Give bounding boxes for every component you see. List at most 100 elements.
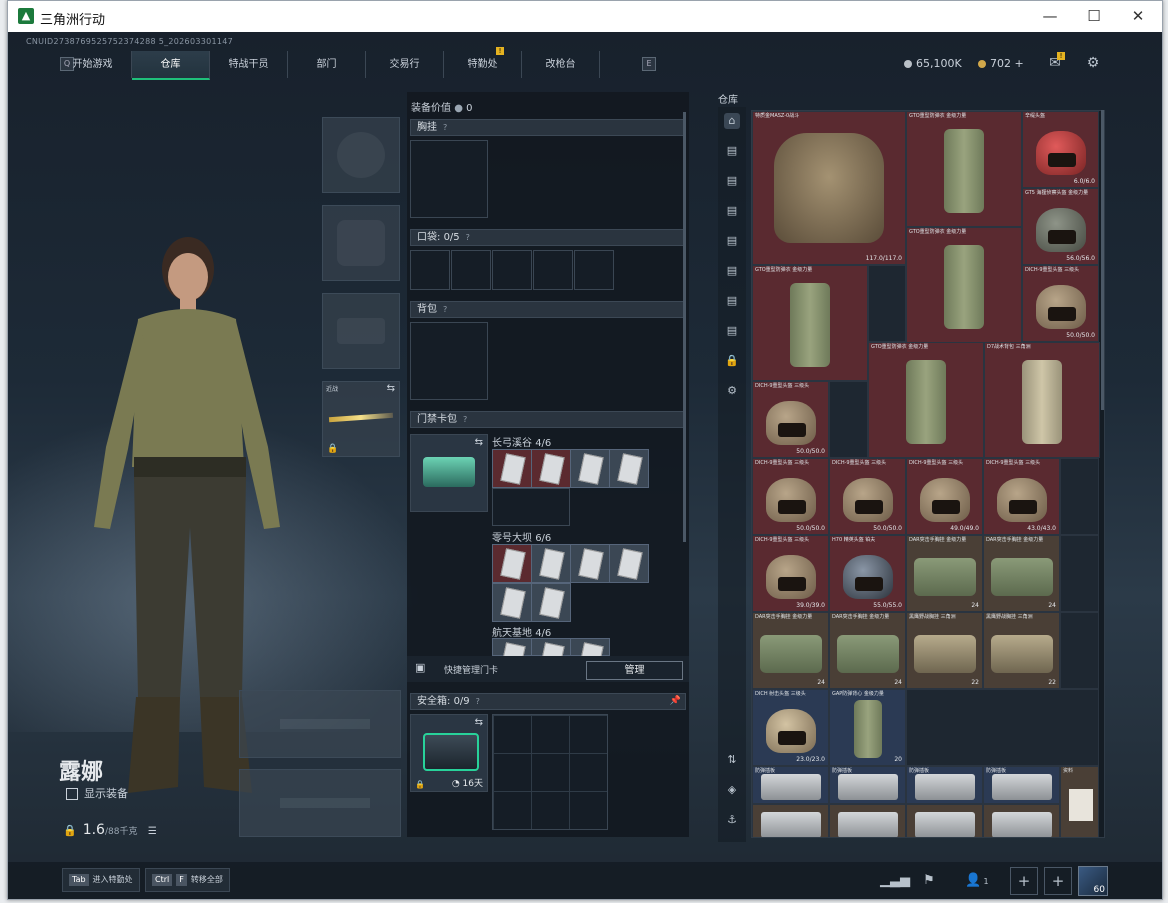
stats-chart-icon[interactable]: ▁▃▅: [880, 870, 910, 892]
storage-tab-7-icon[interactable]: ▤: [724, 323, 740, 339]
keycard[interactable]: [570, 638, 610, 656]
storage-layers-icon[interactable]: ◈: [724, 782, 740, 798]
storage-empty-cell[interactable]: [868, 265, 906, 342]
storage-item[interactable]: H70 精英头盔 铂夫 55.0/55.0: [829, 535, 906, 612]
armor-slot[interactable]: [322, 205, 400, 281]
show-equipment-toggle[interactable]: 显示装备: [66, 785, 128, 801]
storage-item[interactable]: DICH-9重型头盔 三级头 50.0/50.0: [829, 458, 906, 535]
storage-lock-icon[interactable]: 🔒: [724, 353, 740, 369]
storage-empty-cell[interactable]: [1060, 458, 1099, 535]
keycard-case-item[interactable]: ⇆: [410, 434, 488, 512]
token-add[interactable]: +: [1015, 57, 1024, 70]
storage-tab-1-icon[interactable]: ▤: [724, 143, 740, 159]
storage-item[interactable]: DICH-9重型头盔 三级头 50.0/50.0: [752, 458, 829, 535]
info-icon[interactable]: ?: [443, 305, 447, 314]
keycard[interactable]: [609, 449, 649, 488]
pistol-slot[interactable]: [322, 293, 400, 369]
keycard[interactable]: [531, 449, 571, 488]
storage-item[interactable]: DAR突击手胸挂 金级力量 24: [829, 612, 906, 689]
backpack-slot[interactable]: [410, 322, 488, 400]
storage-item[interactable]: [829, 804, 906, 837]
storage-item[interactable]: GTO重型防弹衣 金级力量: [868, 342, 984, 458]
storage-tab-4-icon[interactable]: ▤: [724, 233, 740, 249]
helmet-slot[interactable]: [322, 117, 400, 193]
keycard[interactable]: [492, 583, 532, 622]
swap-icon[interactable]: ⇆: [475, 437, 483, 448]
mail-icon[interactable]: ✉!: [1046, 52, 1065, 72]
safe-box-grid[interactable]: [492, 714, 608, 830]
storage-item[interactable]: 防弹插板: [829, 766, 906, 804]
storage-sort-icon[interactable]: ⇅: [724, 752, 740, 768]
storage-item[interactable]: [752, 804, 829, 837]
flag-icon[interactable]: ⚑: [918, 870, 940, 892]
storage-tab-3-icon[interactable]: ▤: [724, 203, 740, 219]
storage-item[interactable]: 防弹插板: [983, 766, 1060, 804]
keycard[interactable]: [492, 638, 532, 656]
storage-item[interactable]: 防弹插板: [906, 766, 983, 804]
info-icon[interactable]: ?: [443, 123, 447, 132]
storage-item[interactable]: DICH-9重型头盔 三级头 50.0/50.0: [752, 381, 829, 458]
storage-item[interactable]: DAR突击手胸挂 金级力量 24: [906, 535, 983, 612]
storage-item[interactable]: D7战术背包 三角洲: [984, 342, 1100, 458]
tab-start-game[interactable]: 开始游戏: [54, 51, 132, 78]
storage-tab-2-icon[interactable]: ▤: [724, 173, 740, 189]
keycard[interactable]: [570, 544, 610, 583]
tab-market[interactable]: 交易行: [366, 51, 444, 78]
melee-slot[interactable]: 近战 ⇆ 🔒: [322, 381, 400, 457]
storage-item[interactable]: DICH-9重型头盔 三级头 43.0/43.0: [983, 458, 1060, 535]
team-icon[interactable]: 👤 1: [960, 870, 994, 892]
keycard-empty-slot[interactable]: [492, 488, 570, 526]
keycard[interactable]: [492, 544, 532, 583]
token-balance[interactable]: 702 +: [978, 57, 1024, 70]
storage-empty-cell[interactable]: [829, 381, 868, 458]
storage-item[interactable]: 资料: [1060, 766, 1099, 837]
minimize-button[interactable]: —: [1030, 6, 1070, 26]
tab-operators[interactable]: 特战干员: [210, 51, 288, 78]
storage-item[interactable]: [906, 804, 983, 837]
swap-icon[interactable]: ⇆: [475, 717, 483, 728]
safe-box-item[interactable]: ⇆ 🔒 ◔ 16天: [410, 714, 488, 792]
storage-tab-all-icon[interactable]: ⌂: [724, 113, 740, 129]
storage-empty-cell[interactable]: [906, 689, 1099, 766]
storage-empty-cell[interactable]: [1060, 535, 1099, 612]
storage-item[interactable]: DAR突击手胸挂 金级力量 24: [752, 612, 829, 689]
secondary-weapon-slot[interactable]: [239, 769, 401, 837]
storage-item[interactable]: DICH 射击头盔 三级头 23.0/23.0: [752, 689, 829, 766]
storage-item[interactable]: DAR突击手胸挂 金级力量 24: [983, 535, 1060, 612]
storage-item[interactable]: GT5 海狸侦察头盔 金级力量 56.0/56.0: [1022, 188, 1099, 265]
storage-item[interactable]: DICH-9重型头盔 三级头 49.0/49.0: [906, 458, 983, 535]
storage-tab-5-icon[interactable]: ▤: [724, 263, 740, 279]
list-icon[interactable]: ☰: [148, 826, 157, 837]
add-teammate-button[interactable]: +: [1010, 867, 1038, 895]
nav-right-key[interactable]: E: [642, 57, 656, 71]
player-avatar[interactable]: 60: [1078, 866, 1108, 896]
enter-special-ops-hotkey[interactable]: Tab 进入特勤处: [62, 868, 140, 892]
storage-item[interactable]: GAP防弹背心 金级力量 20: [829, 689, 906, 766]
close-button[interactable]: ✕: [1118, 6, 1158, 26]
storage-item[interactable]: DICH-9重型头盔 三级头 39.0/39.0: [752, 535, 829, 612]
add-teammate-button[interactable]: +: [1044, 867, 1072, 895]
storage-empty-cell[interactable]: [1060, 612, 1099, 689]
storage-item[interactable]: GTO重型防弹衣 金级力量: [752, 265, 868, 381]
keycard[interactable]: [570, 449, 610, 488]
primary-weapon-slot[interactable]: [239, 690, 401, 758]
storage-settings-icon[interactable]: ⚙: [724, 383, 740, 399]
swap-icon[interactable]: ⇆: [387, 383, 395, 394]
storage-scrollbar[interactable]: [1101, 110, 1104, 410]
storage-item[interactable]: GTO重型防弹衣 金级力量: [906, 227, 1022, 343]
storage-item[interactable]: 防弹插板: [752, 766, 829, 804]
storage-item[interactable]: 特质金MASZ-0战斗 117.0/117.0: [752, 111, 906, 265]
storage-item[interactable]: DICH-9重型头盔 三级头 50.0/50.0: [1022, 265, 1099, 342]
maximize-button[interactable]: ☐: [1074, 6, 1114, 26]
pocket-slot-2[interactable]: [451, 250, 491, 290]
tab-gunsmith[interactable]: 改枪台: [522, 51, 600, 78]
loadout-scrollbar[interactable]: [683, 112, 686, 542]
keycard[interactable]: [531, 583, 571, 622]
storage-item[interactable]: [983, 804, 1060, 837]
settings-gear-icon[interactable]: ⚙: [1084, 54, 1102, 72]
pocket-slot-1[interactable]: [410, 250, 450, 290]
storage-anchor-icon[interactable]: ⚓: [724, 812, 740, 828]
keycard[interactable]: [609, 544, 649, 583]
chest-rig-slot[interactable]: [410, 140, 488, 218]
tab-department[interactable]: 部门: [288, 51, 366, 78]
